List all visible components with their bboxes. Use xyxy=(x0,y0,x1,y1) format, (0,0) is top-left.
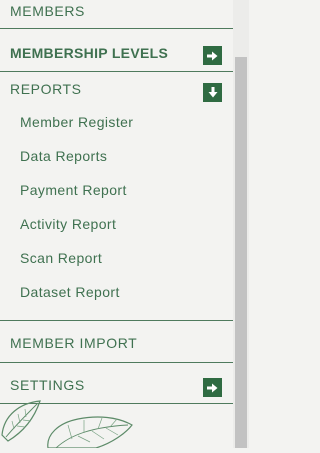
admin-sidebar-menu: MEMBERS MEMBERSHIP LEVELS REPORTS Member… xyxy=(0,0,233,449)
scrollbar-thumb[interactable] xyxy=(235,57,247,448)
divider xyxy=(0,320,233,321)
divider xyxy=(0,71,233,72)
submenu-item-dataset-report[interactable]: Dataset Report xyxy=(20,284,120,300)
submenu-item-payment-report[interactable]: Payment Report xyxy=(20,182,127,198)
divider xyxy=(0,28,233,29)
arrow-right-icon[interactable] xyxy=(203,378,222,397)
menu-item-settings[interactable]: SETTINGS xyxy=(0,377,233,393)
menu-item-reports[interactable]: REPORTS xyxy=(0,81,233,97)
submenu-item-data-reports[interactable]: Data Reports xyxy=(20,148,107,164)
menu-item-member-import[interactable]: MEMBER IMPORT xyxy=(0,335,233,351)
submenu-item-member-register[interactable]: Member Register xyxy=(20,114,133,130)
monstera-leaf-icon xyxy=(0,395,140,453)
menu-item-membership-levels[interactable]: MEMBERSHIP LEVELS xyxy=(0,45,233,61)
submenu-item-activity-report[interactable]: Activity Report xyxy=(20,216,116,232)
submenu-item-scan-report[interactable]: Scan Report xyxy=(20,250,102,266)
divider xyxy=(0,362,233,363)
arrow-down-icon[interactable] xyxy=(203,83,222,102)
arrow-right-icon[interactable] xyxy=(203,46,222,65)
scrollbar[interactable] xyxy=(233,0,249,448)
menu-item-members[interactable]: MEMBERS xyxy=(0,3,233,19)
